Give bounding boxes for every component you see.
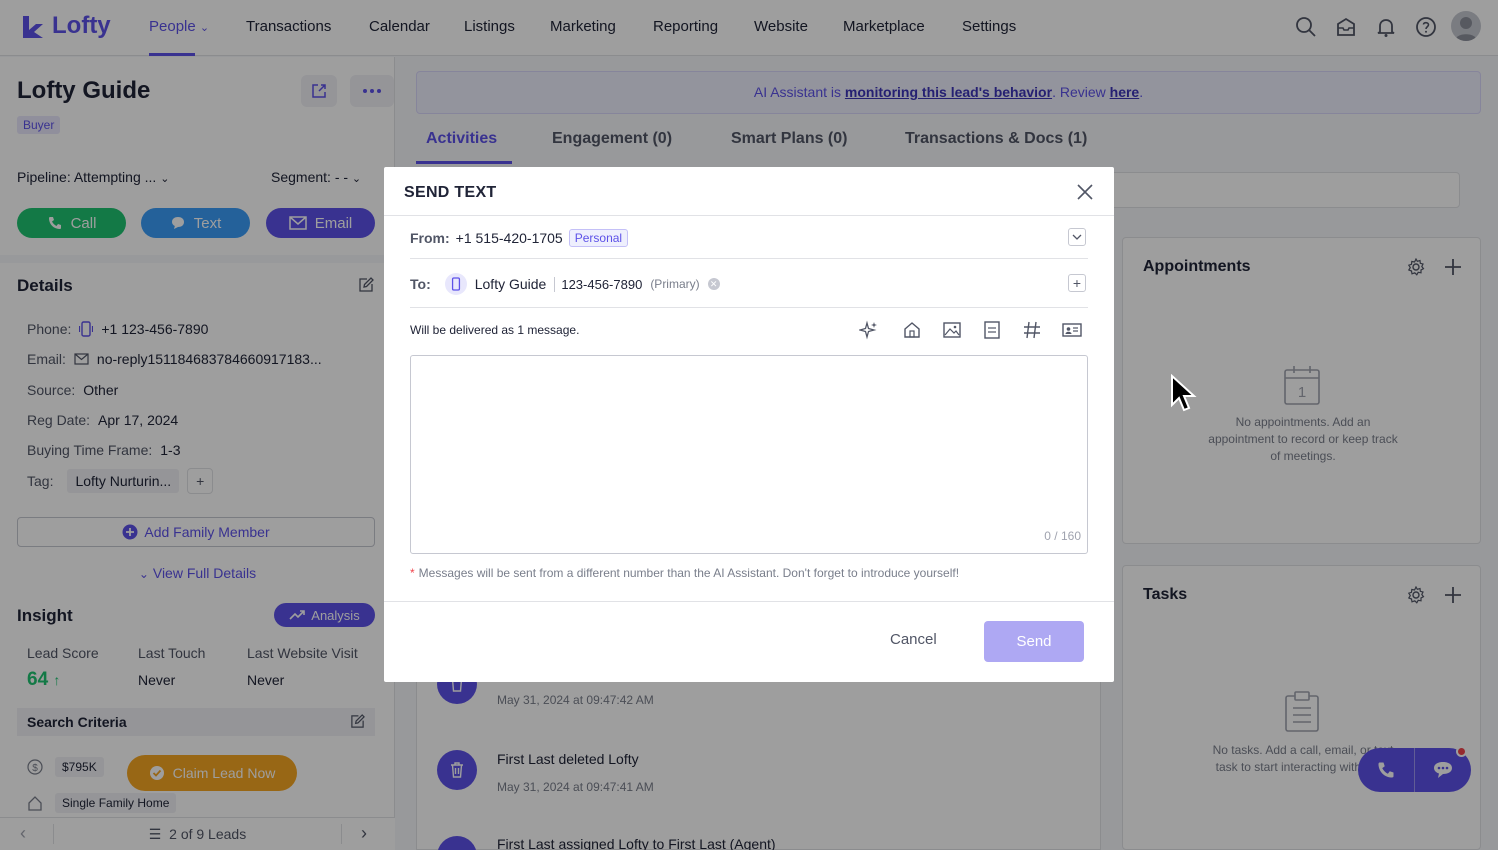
primary-label: (Primary) [650,277,700,291]
from-number-dropdown[interactable] [1068,228,1086,246]
add-recipient-button[interactable]: + [1068,274,1086,292]
personal-badge: Personal [568,229,629,247]
to-label: To: [410,276,431,292]
from-label: From: [410,230,450,246]
character-counter: 0 / 160 [1044,529,1081,543]
from-number[interactable]: +1 515-420-1705 [456,230,563,246]
to-divider [410,307,1088,308]
chevron-down-icon [1072,234,1082,240]
template-icon[interactable] [982,320,1002,340]
modal-header-divider [384,215,1114,216]
from-divider [410,258,1088,259]
recipient-phone: 123-456-7890 [554,276,642,292]
ai-sparkle-icon[interactable] [859,320,879,340]
property-home-icon[interactable] [902,320,922,340]
recipient-avatar [444,273,467,295]
image-icon[interactable] [942,320,962,340]
recipient-name: Lofty Guide [474,276,547,292]
cancel-button[interactable]: Cancel [890,631,937,648]
mouse-cursor-icon [1171,374,1197,412]
hashtag-icon[interactable] [1022,320,1042,340]
contact-card-icon[interactable] [1062,320,1082,340]
delivery-info: Will be delivered as 1 message. [410,323,580,337]
remove-recipient-icon[interactable]: ✕ [707,278,720,290]
close-icon[interactable] [1076,183,1094,201]
mobile-icon [451,277,460,291]
from-row: From: +1 515-420-1705 Personal [410,229,629,247]
send-text-modal: SEND TEXT From: +1 515-420-1705 Personal… [384,167,1114,682]
message-textarea[interactable] [410,355,1088,554]
sender-notice: * Messages will be sent from a different … [410,566,960,580]
modal-title: SEND TEXT [404,184,497,201]
to-row: To: Lofty Guide 123-456-7890 (Primary) ✕ [410,273,720,295]
send-button[interactable]: Send [984,621,1084,662]
modal-footer-divider [384,601,1114,602]
